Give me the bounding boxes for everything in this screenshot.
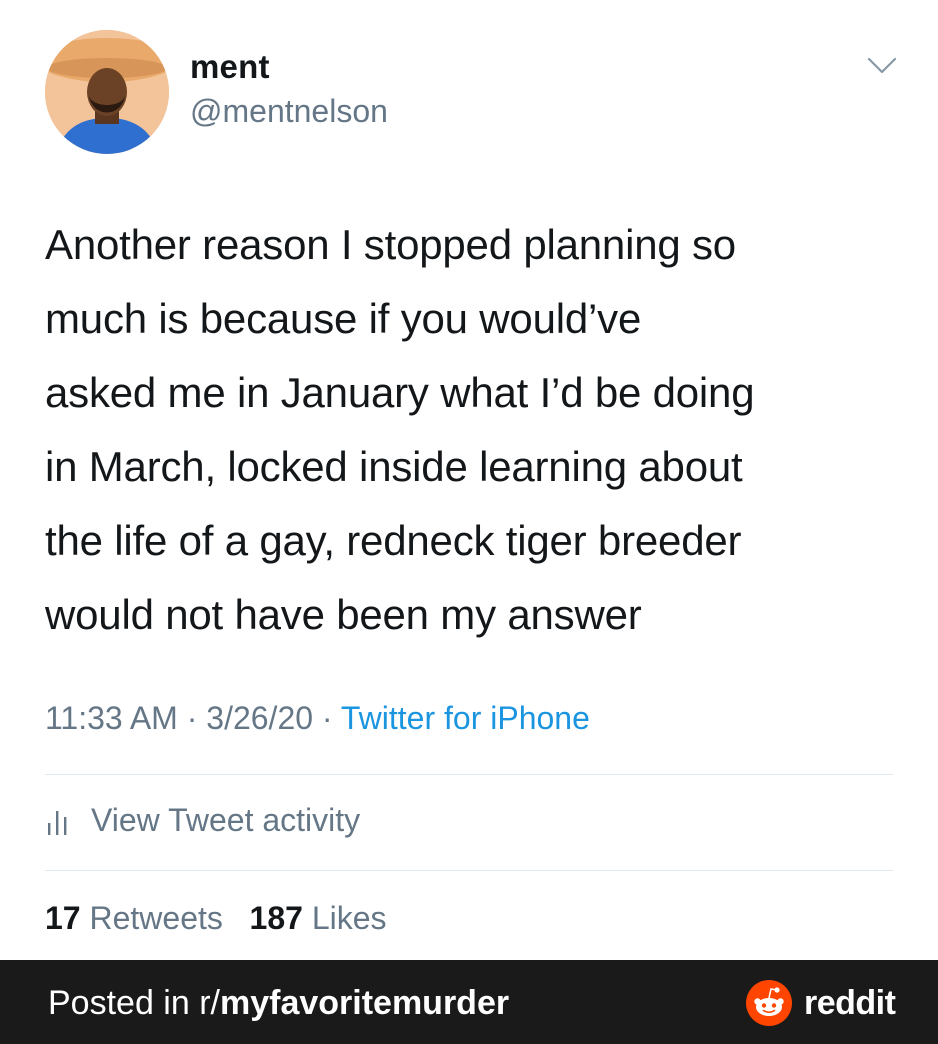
divider <box>45 870 893 871</box>
view-tweet-activity-link[interactable]: View Tweet activity <box>45 802 360 839</box>
meta-separator: · <box>186 700 198 736</box>
reddit-footer-bar: Posted in r/myfavoritemurder reddit <box>0 960 938 1044</box>
chevron-down-icon[interactable] <box>866 55 898 77</box>
display-name[interactable]: ment <box>190 48 270 86</box>
likes-count: 187 <box>249 900 303 936</box>
subreddit-link[interactable]: myfavoritemurder <box>220 984 509 1022</box>
activity-label: View Tweet activity <box>91 802 361 838</box>
reddit-logo-icon <box>746 980 792 1026</box>
meta-separator: · <box>321 700 333 736</box>
tweet-text-line: much is because if you would’ve <box>45 295 642 342</box>
engagement-counts: 17 Retweets 187 Likes <box>45 900 387 937</box>
tweet-text-line: asked me in January what I’d be doing <box>45 369 755 416</box>
tweet-text-line: would not have been my answer <box>45 591 642 638</box>
retweets-label: Retweets <box>89 900 223 936</box>
tweet-text-line: the life of a gay, redneck tiger breeder <box>45 517 742 564</box>
tweet-card: ment @mentnelson Another reason I stoppe… <box>0 0 938 960</box>
retweets-link[interactable]: 17 Retweets <box>45 900 223 936</box>
avatar[interactable] <box>45 30 169 154</box>
tweet-source-link[interactable]: Twitter for iPhone <box>341 700 590 736</box>
likes-label: Likes <box>311 900 387 936</box>
tweet-metadata: 11:33 AM · 3/26/20 · Twitter for iPhone <box>45 700 590 737</box>
posted-in-text: Posted in r/myfavoritemurder <box>48 984 509 1023</box>
retweets-count: 17 <box>45 900 81 936</box>
reddit-brand[interactable]: reddit <box>746 980 896 1026</box>
tweet-text-line: Another reason I stopped planning so <box>45 221 736 268</box>
tweet-text-line: in March, locked inside learning about <box>45 443 743 490</box>
likes-link[interactable]: 187 Likes <box>250 900 387 936</box>
reddit-wordmark: reddit <box>804 983 896 1022</box>
user-handle[interactable]: @mentnelson <box>190 93 388 130</box>
tweet-date[interactable]: 3/26/20 <box>206 700 313 736</box>
tweet-text: Another reason I stopped planning so muc… <box>45 208 905 652</box>
bar-chart-icon <box>45 805 75 837</box>
tweet-time[interactable]: 11:33 AM <box>45 700 178 736</box>
posted-prefix: Posted in r/ <box>48 984 220 1022</box>
avatar-image <box>45 30 169 154</box>
divider <box>45 774 893 775</box>
